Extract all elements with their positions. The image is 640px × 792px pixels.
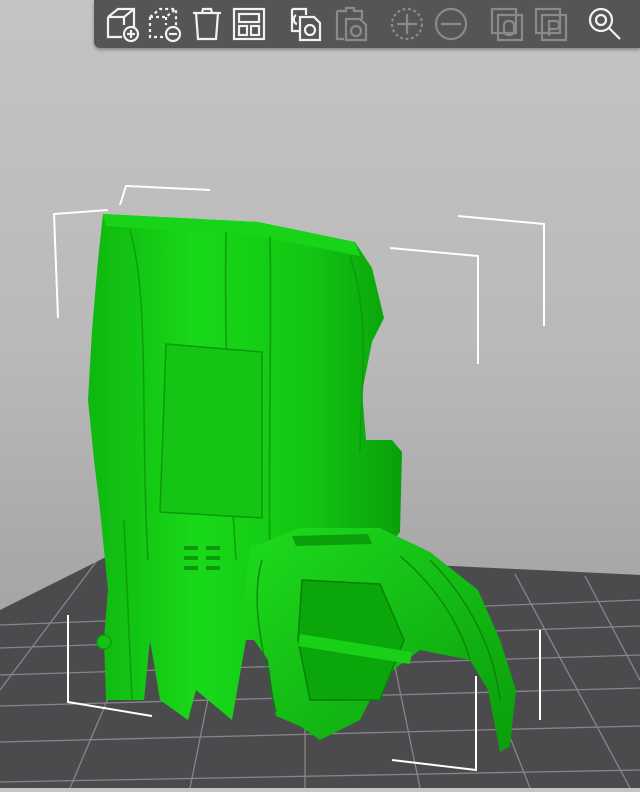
paste-icon bbox=[335, 6, 368, 42]
search-icon bbox=[588, 7, 621, 40]
delete-all-button[interactable] bbox=[186, 3, 228, 45]
add-object-icon bbox=[106, 7, 140, 43]
delete-all-icon bbox=[193, 7, 221, 41]
add-instance-icon bbox=[390, 7, 424, 41]
arrange-button[interactable] bbox=[228, 3, 270, 45]
main-toolbar bbox=[94, 0, 640, 48]
delete-object-icon bbox=[148, 7, 182, 43]
paste-button[interactable] bbox=[330, 3, 372, 45]
delete-object-button[interactable] bbox=[144, 3, 186, 45]
copy-button[interactable] bbox=[286, 3, 328, 45]
scene-svg[interactable] bbox=[0, 0, 640, 789]
split-to-objects-button[interactable] bbox=[486, 3, 528, 45]
search-button[interactable] bbox=[584, 3, 626, 45]
copy-icon bbox=[290, 7, 322, 42]
add-object-button[interactable] bbox=[102, 3, 144, 45]
arrange-icon bbox=[232, 7, 266, 41]
3d-viewport[interactable] bbox=[0, 0, 640, 789]
split-to-parts-button[interactable] bbox=[530, 3, 572, 45]
split-to-parts-icon bbox=[534, 7, 568, 42]
split-to-objects-icon bbox=[490, 7, 524, 42]
add-instance-button[interactable] bbox=[386, 3, 428, 45]
remove-instance-icon bbox=[434, 7, 468, 41]
remove-instance-button[interactable] bbox=[430, 3, 472, 45]
